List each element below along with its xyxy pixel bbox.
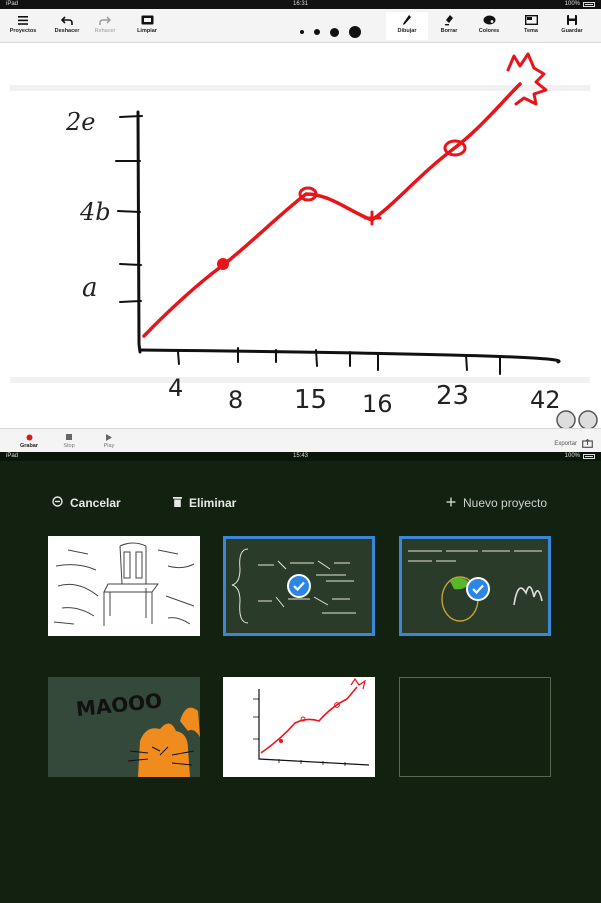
x-label-5: 23 (436, 381, 469, 411)
x-label-4: 16 (362, 390, 393, 418)
y-label-3: a (82, 273, 98, 303)
menu-icon (18, 12, 28, 28)
floppy-disk-icon (567, 12, 577, 28)
palette-icon (483, 12, 496, 28)
cancel-circle-icon (52, 496, 63, 510)
theme-button[interactable]: Tema (510, 12, 552, 40)
selected-check-icon (287, 574, 311, 598)
marker-dot-1 (217, 258, 229, 270)
canvas-zoom-controls (556, 410, 598, 428)
share-icon (582, 435, 593, 452)
y-axis-stroke (136, 110, 142, 354)
y-label-2: 4b (79, 198, 111, 226)
drawing-canvas[interactable]: 2e 4b a 4 8 15 16 23 42 (0, 44, 601, 428)
stop-button[interactable]: Stop (54, 431, 84, 449)
pencil-icon (402, 12, 412, 28)
play-button[interactable]: Play (94, 431, 124, 449)
selected-check-icon (466, 577, 490, 601)
redo-icon (99, 12, 111, 28)
export-button[interactable]: Exportar (554, 435, 593, 452)
x-label-3: 15 (294, 385, 327, 415)
pen-size-medium[interactable] (314, 29, 320, 35)
status-time: 16:31 (292, 1, 308, 7)
cat-drawing-image: MAOOO (75, 688, 200, 777)
y-label-1: 2e (65, 108, 95, 136)
undo-icon (61, 12, 73, 28)
play-icon (106, 431, 112, 443)
projects-header: Cancelar Eliminar Nuevo proyecto (0, 496, 601, 516)
clear-canvas-icon (141, 12, 154, 28)
record-icon (26, 431, 33, 443)
colors-button[interactable]: Colores (468, 12, 510, 40)
save-button[interactable]: Guardar (551, 12, 593, 40)
status-battery-text: 100% (564, 1, 580, 7)
status-battery-text: 100% (564, 453, 580, 459)
playback-bar: Grabar Stop Play Exportar (0, 428, 601, 452)
delete-button[interactable]: Eliminar (173, 496, 236, 510)
scribble-star (506, 52, 548, 106)
redo-button[interactable]: Rehacer (84, 12, 126, 40)
red-line-stroke (142, 82, 522, 338)
project-thumbnail-graph[interactable] (223, 677, 375, 777)
zoom-button[interactable] (556, 410, 576, 428)
status-bar-projects: iPad 15:43 100% (0, 452, 601, 461)
erase-button[interactable]: Borrar (428, 12, 470, 40)
battery-icon (583, 454, 595, 459)
drawing-screen: iPad 16:31 100% Proyectos Deshacer Rehac… (0, 0, 601, 452)
plus-icon (446, 496, 456, 510)
project-thumbnail-chair[interactable] (48, 536, 200, 636)
project-thumbnail-cat[interactable]: MAOOO (48, 677, 200, 777)
pan-button[interactable] (578, 410, 598, 428)
new-project-button[interactable]: Nuevo proyecto (446, 496, 547, 510)
draw-button[interactable]: Dibujar (386, 12, 428, 40)
clear-button[interactable]: Limpiar (126, 12, 168, 40)
pen-size-xlarge[interactable] (349, 26, 361, 38)
stop-icon (66, 431, 72, 443)
status-bar: iPad 16:31 100% (0, 0, 601, 9)
project-thumbnail-math[interactable] (223, 536, 375, 636)
project-thumbnail-empty[interactable] (399, 677, 551, 777)
theme-icon (524, 12, 538, 28)
x-label-6: 42 (530, 386, 561, 414)
project-thumbnail-note[interactable] (399, 536, 551, 636)
status-time: 15:43 (292, 453, 308, 459)
cat-caption: MAOOO (75, 688, 163, 721)
x-label-2: 8 (228, 386, 243, 414)
record-button[interactable]: Grabar (14, 431, 44, 449)
trash-icon (173, 496, 182, 510)
projects-button[interactable]: Proyectos (2, 12, 44, 40)
projects-screen: iPad 15:43 100% Cancelar Eliminar Nuevo … (0, 452, 601, 903)
line-graph-image (253, 677, 370, 766)
chair-sketch-image (53, 542, 195, 626)
drawing-toolbar: Proyectos Deshacer Rehacer Limpiar Dibuj… (0, 9, 601, 43)
eraser-icon (444, 12, 454, 28)
pen-size-small[interactable] (300, 30, 304, 34)
pen-size-selector (300, 18, 361, 46)
cancel-button[interactable]: Cancelar (52, 496, 121, 510)
battery-icon (583, 2, 595, 7)
undo-button[interactable]: Deshacer (46, 12, 88, 40)
x-label-1: 4 (168, 374, 183, 402)
pen-size-large[interactable] (330, 27, 339, 37)
